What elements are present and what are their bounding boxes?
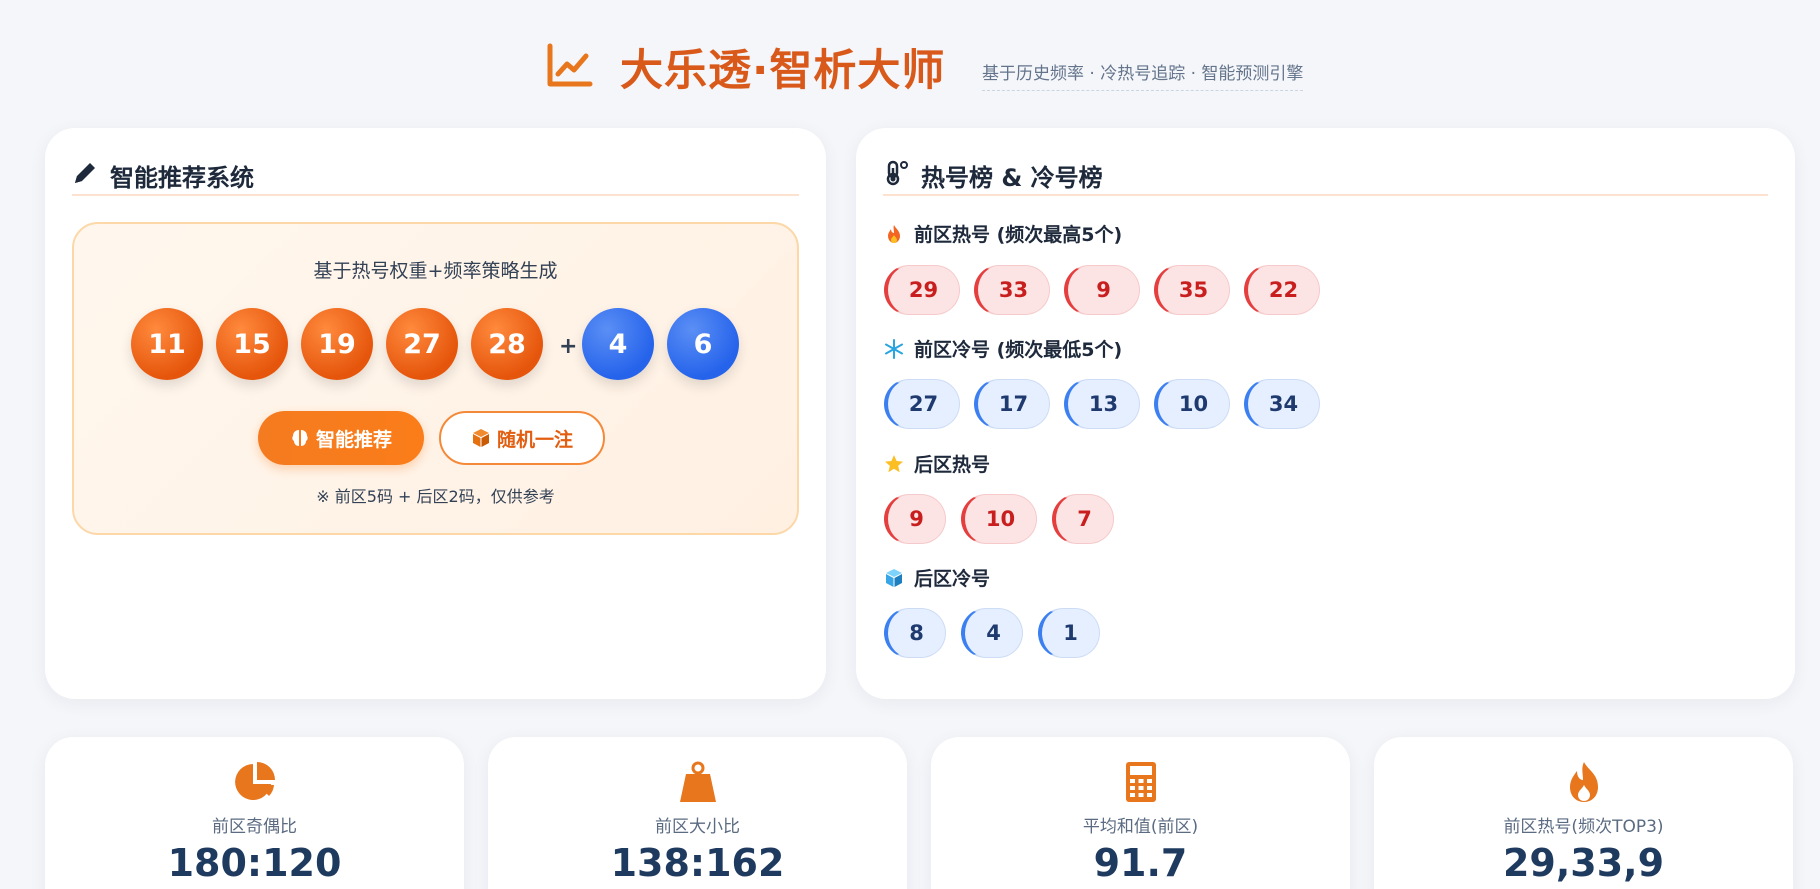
plus-separator: + xyxy=(559,334,578,359)
fire-icon xyxy=(888,224,900,243)
hot-number-chip: 10 xyxy=(961,494,1037,544)
calculator-icon xyxy=(1125,762,1156,802)
cold-number-chip: 27 xyxy=(884,379,960,429)
stat-value: 180:120 xyxy=(167,841,342,885)
stat-value: 138:162 xyxy=(610,841,785,885)
cold-number-chip: 34 xyxy=(1244,379,1320,429)
front-ball: 15 xyxy=(216,308,288,380)
recommend-panel-title: 智能推荐系统 xyxy=(110,164,254,192)
random-pick-label: 随机一注 xyxy=(496,429,573,451)
brain-icon xyxy=(292,430,308,446)
cold-number-chip: 1 xyxy=(1038,608,1100,658)
fire-icon xyxy=(1569,762,1598,802)
cold-number-chip: 10 xyxy=(1154,379,1230,429)
hot-number-chip: 9 xyxy=(1064,265,1140,315)
pie-chart-icon xyxy=(234,762,275,800)
back-hot-heading: 后区热号 xyxy=(884,450,990,477)
snowflake-icon xyxy=(885,338,903,359)
front-cold-heading: 前区冷号 (频次最低5个) xyxy=(884,335,1122,362)
front-ball: 28 xyxy=(471,308,543,380)
stat-card-big-small: 前区大小比 138:162 xyxy=(488,737,907,889)
front-hot-label: 前区热号 (频次最高5个) xyxy=(914,224,1123,246)
back-hot-label: 后区热号 xyxy=(914,454,991,476)
hot-cold-panel-header: 热号榜 & 冷号榜 xyxy=(883,148,1768,196)
front-hot-heading: 前区热号 (频次最高5个) xyxy=(884,220,1122,247)
back-ball: 4 xyxy=(582,308,654,380)
hot-number-chip: 35 xyxy=(1154,265,1230,315)
chart-line-icon xyxy=(547,43,593,87)
recommend-panel-header: 智能推荐系统 xyxy=(72,148,799,196)
smart-recommend-button[interactable]: 智能推荐 xyxy=(258,411,424,465)
stat-label: 前区热号(频次TOP3) xyxy=(1503,817,1664,837)
front-cold-label: 前区冷号 (频次最低5个) xyxy=(914,339,1123,361)
stat-card-hot-top3: 前区热号(频次TOP3) 29,33,9 xyxy=(1374,737,1793,889)
recommend-note: ※ 前区5码 + 后区2码，仅供参考 xyxy=(316,487,555,506)
ice-cube-icon xyxy=(886,568,902,587)
pen-icon xyxy=(75,163,95,183)
thermometer-icon xyxy=(886,160,908,186)
cube-icon xyxy=(472,429,489,447)
cold-number-chip: 17 xyxy=(974,379,1050,429)
stat-label: 平均和值(前区) xyxy=(1082,817,1199,837)
smart-recommend-label: 智能推荐 xyxy=(315,429,392,451)
app-subtitle: 基于历史频率 · 冷热号追踪 · 智能预测引擎 xyxy=(982,59,1304,91)
app-header: 大乐透·智析大师 基于历史频率 · 冷热号追踪 · 智能预测引擎 xyxy=(0,30,1820,100)
hot-number-chip: 22 xyxy=(1244,265,1320,315)
stat-card-odd-even: 前区奇偶比 180:120 xyxy=(45,737,464,889)
hot-number-chip: 7 xyxy=(1052,494,1114,544)
hot-number-chip: 29 xyxy=(884,265,960,315)
stat-label: 前区奇偶比 xyxy=(212,817,297,837)
front-ball: 27 xyxy=(386,308,458,380)
hot-cold-panel: 热号榜 & 冷号榜 前区热号 (频次最高5个) 29 33 9 35 22 前区… xyxy=(856,128,1795,699)
stat-label: 前区大小比 xyxy=(655,817,740,837)
front-ball: 19 xyxy=(301,308,373,380)
weight-icon xyxy=(679,761,716,802)
cold-number-chip: 4 xyxy=(961,608,1023,658)
back-cold-heading: 后区冷号 xyxy=(884,564,990,591)
hot-cold-panel-title: 热号榜 & 冷号榜 xyxy=(921,164,1103,192)
hot-number-chip: 33 xyxy=(974,265,1050,315)
back-cold-label: 后区冷号 xyxy=(914,568,991,590)
hot-number-chip: 9 xyxy=(884,494,946,544)
recommend-box: 基于热号权重+频率策略生成 11 15 19 27 28 + 4 6 智能推荐 … xyxy=(72,222,799,535)
random-pick-button[interactable]: 随机一注 xyxy=(439,411,605,465)
app-title: 大乐透·智析大师 xyxy=(620,46,946,96)
recommend-panel: 智能推荐系统 基于热号权重+频率策略生成 11 15 19 27 28 + 4 … xyxy=(45,128,826,699)
recommend-description: 基于热号权重+频率策略生成 xyxy=(313,260,558,282)
star-icon xyxy=(885,454,903,472)
stat-value: 91.7 xyxy=(1093,841,1188,885)
cold-number-chip: 13 xyxy=(1064,379,1140,429)
back-ball: 6 xyxy=(667,308,739,380)
stat-value: 29,33,9 xyxy=(1502,841,1665,885)
stat-card-average-sum: 平均和值(前区) 91.7 xyxy=(931,737,1350,889)
front-ball: 11 xyxy=(131,308,203,380)
cold-number-chip: 8 xyxy=(884,608,946,658)
